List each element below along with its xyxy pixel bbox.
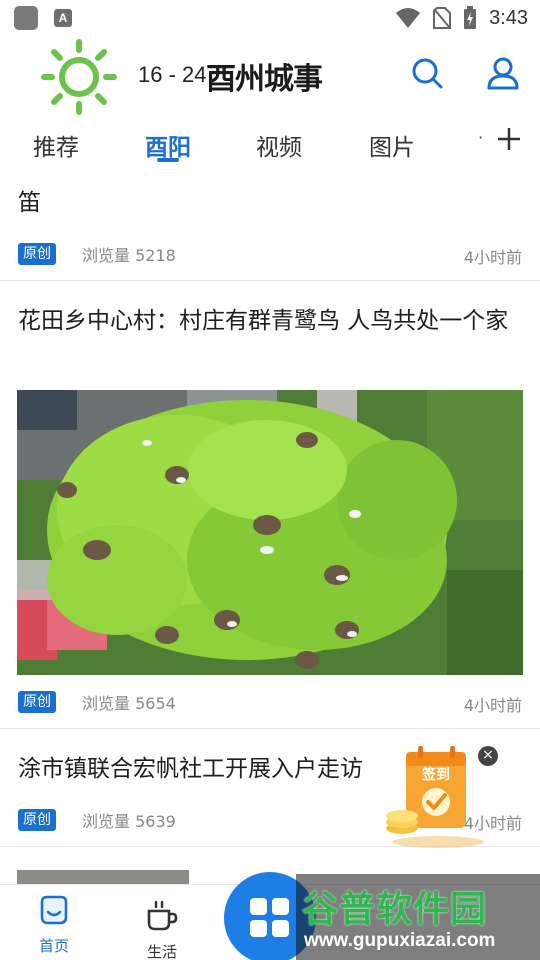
tab-overflow-hint: ·: [478, 128, 484, 147]
original-badge: 原创: [18, 243, 56, 265]
category-tabs: 推荐 酉阳 视频 图片: [0, 118, 540, 178]
status-bar: A 3:43: [0, 0, 540, 36]
font-notification-icon: A: [54, 9, 72, 27]
tab-pictures[interactable]: 图片: [369, 128, 415, 162]
view-count: 浏览量 5639: [82, 812, 176, 831]
watermark-overlay: 谷普软件园 www.gupuxiazai.com: [296, 874, 540, 960]
app-logo-text: 酉州城事: [206, 62, 323, 97]
nav-home[interactable]: 首页: [24, 893, 84, 956]
search-icon[interactable]: [410, 56, 444, 90]
article-photo-egrets-tree[interactable]: [17, 390, 523, 675]
sign-in-label: 签到: [421, 766, 450, 783]
no-sim-icon: [433, 7, 452, 29]
article-meta: 原创 浏览量 5654: [18, 690, 176, 714]
watermark-url: www.gupuxiazai.com: [304, 930, 496, 951]
tab-video[interactable]: 视频: [256, 128, 302, 162]
original-badge: 原创: [18, 691, 56, 713]
close-promo-button[interactable]: ×: [478, 746, 498, 766]
divider: [0, 728, 540, 729]
view-count: 浏览量 5654: [82, 694, 176, 713]
clock: 3:43: [489, 6, 528, 29]
sign-in-promo-icon[interactable]: 签到: [384, 742, 492, 850]
original-badge: 原创: [18, 809, 56, 831]
app-notification-icon: [14, 6, 38, 30]
divider: [0, 280, 540, 281]
tab-recommend[interactable]: 推荐: [33, 128, 79, 162]
article-title[interactable]: 笛: [18, 188, 41, 219]
watermark-title: 谷普软件园: [302, 889, 488, 930]
user-icon[interactable]: [486, 56, 520, 90]
article-time: 4小时前: [463, 248, 522, 267]
article-meta: 原创 浏览量 5639: [18, 808, 176, 832]
wifi-icon: [396, 8, 421, 28]
coffee-cup-icon: [147, 900, 178, 931]
top-header: 16 - 24 酉州城事: [0, 36, 540, 118]
weather-temperature: 16 - 24: [138, 62, 207, 87]
active-tab-indicator: [157, 158, 179, 162]
nav-label: 首页: [38, 937, 69, 955]
article-title[interactable]: 涂市镇联合宏帆社工开展入户走访: [18, 754, 363, 785]
article-meta: 原创 浏览量 5218: [18, 242, 176, 266]
add-channel-icon[interactable]: [494, 124, 524, 154]
nav-life[interactable]: 生活: [132, 899, 192, 960]
view-count: 浏览量 5218: [82, 246, 176, 265]
tab-youyang[interactable]: 酉阳: [145, 128, 191, 162]
battery-charging-icon: [464, 6, 477, 29]
nav-label: 生活: [146, 943, 177, 960]
article-time: 4小时前: [463, 696, 522, 715]
sun-weather-icon[interactable]: [40, 38, 118, 116]
article-title[interactable]: 花田乡中心村：村庄有群青鹭鸟 人鸟共处一个家: [18, 306, 523, 337]
home-icon: [40, 895, 68, 925]
